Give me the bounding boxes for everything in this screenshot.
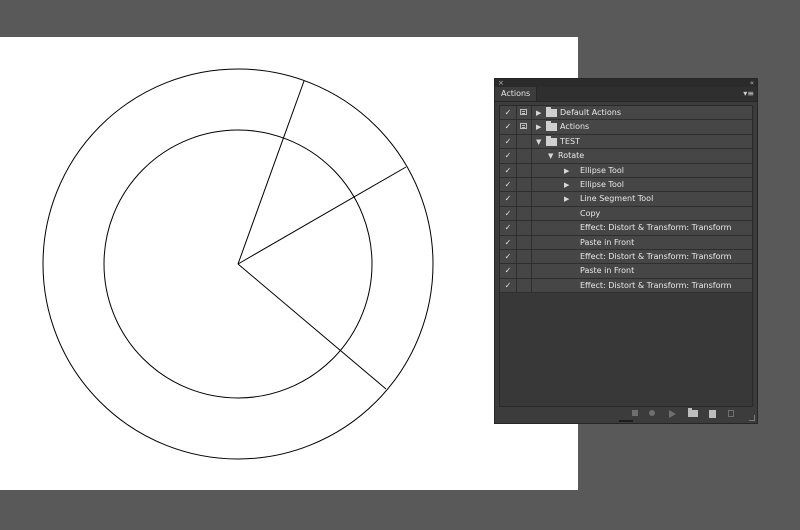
toggle-item-checkbox[interactable]: ✓ <box>500 177 517 192</box>
action-set-row[interactable]: ✓ ▼ TEST <box>500 134 752 150</box>
command-row[interactable]: ✓ Effect: Distort & Transform: Transform <box>500 249 752 265</box>
toggle-item-checkbox[interactable]: ✓ <box>500 235 517 249</box>
toggle-dialog-cell[interactable] <box>517 264 532 278</box>
panel-grip[interactable] <box>619 420 633 422</box>
command-row[interactable]: ✓ ▶ Ellipse Tool <box>500 177 752 193</box>
toggle-dialog-cell[interactable] <box>517 235 532 249</box>
panel-tab-bar: Actions ▾≡ <box>495 87 757 102</box>
toggle-dialog-cell[interactable] <box>517 177 532 192</box>
toggle-item-checkbox[interactable]: ✓ <box>500 134 517 149</box>
toggle-dialog-cell[interactable] <box>517 249 532 264</box>
expand-triangle-down-icon[interactable]: ▼ <box>548 149 553 163</box>
close-icon[interactable]: × <box>498 79 504 87</box>
toggle-item-checkbox[interactable]: ✓ <box>500 249 517 264</box>
line-segment-right[interactable] <box>237 166 407 265</box>
row-label: TEST <box>560 136 580 146</box>
toggle-item-checkbox[interactable]: ✓ <box>500 221 517 235</box>
toggle-item-checkbox[interactable]: ✓ <box>500 264 517 278</box>
action-row[interactable]: ✓ ▼ Rotate <box>500 149 752 164</box>
row-label: Line Segment Tool <box>580 194 654 204</box>
command-row[interactable]: ✓ Paste in Front <box>500 235 752 250</box>
dialog-toggle-icon[interactable] <box>520 123 527 130</box>
row-label: Rotate <box>558 151 585 161</box>
tab-actions[interactable]: Actions <box>495 87 538 101</box>
action-set-row[interactable]: ✓ ▶ Actions <box>500 120 752 135</box>
toggle-item-checkbox[interactable]: ✓ <box>500 192 517 206</box>
toggle-dialog-cell[interactable] <box>517 149 532 163</box>
line-segment-bottom[interactable] <box>237 263 387 390</box>
action-set-row[interactable]: ✓ ▶ Default Actions <box>500 106 752 121</box>
row-label: Default Actions <box>560 108 621 117</box>
folder-icon <box>546 135 557 146</box>
row-label: Effect: Distort & Transform: Transform <box>580 223 732 233</box>
row-label: Copy <box>580 208 601 218</box>
stop-icon[interactable] <box>632 410 638 416</box>
command-row[interactable]: ✓ Copy <box>500 206 752 222</box>
command-row[interactable]: ✓ Effect: Distort & Transform: Transform <box>500 221 752 236</box>
line-segment-top[interactable] <box>237 80 305 265</box>
panel-footer <box>495 405 757 423</box>
record-icon[interactable] <box>649 410 655 416</box>
toggle-item-checkbox[interactable]: ✓ <box>500 120 517 134</box>
toggle-item-checkbox[interactable]: ✓ <box>500 163 517 177</box>
command-row[interactable]: ✓ Effect: Distort & Transform: Transform <box>500 278 752 294</box>
toggle-dialog-cell[interactable] <box>517 278 532 293</box>
row-label: Effect: Distort & Transform: Transform <box>580 280 732 290</box>
expand-triangle-down-icon[interactable]: ▼ <box>536 135 541 149</box>
actions-list: ✓ ▶ Default Actions ✓ ▶ Actions ✓ ▼ TEST ✓ ▼ Rotate… <box>499 105 753 407</box>
expand-triangle-right-icon[interactable]: ▶ <box>536 120 541 134</box>
toggle-item-checkbox[interactable]: ✓ <box>500 206 517 221</box>
trash-icon[interactable] <box>728 410 734 417</box>
command-row[interactable]: ✓ ▶ Line Segment Tool <box>500 192 752 207</box>
row-label: Paste in Front <box>580 237 635 247</box>
expand-triangle-right-icon[interactable]: ▶ <box>564 164 569 178</box>
toggle-dialog-cell[interactable] <box>517 106 532 120</box>
drawing <box>42 68 434 460</box>
artboard[interactable] <box>0 37 578 490</box>
toggle-item-checkbox[interactable]: ✓ <box>500 149 517 163</box>
new-action-icon[interactable] <box>709 410 716 418</box>
expand-triangle-right-icon[interactable]: ▶ <box>536 106 541 120</box>
expand-triangle-right-icon[interactable]: ▶ <box>564 192 569 206</box>
row-label: Actions <box>560 122 590 132</box>
actions-panel: × « Actions ▾≡ ✓ ▶ Default Actions ✓ ▶ Action… <box>494 78 758 424</box>
toggle-dialog-cell[interactable] <box>517 206 532 221</box>
folder-icon <box>546 107 557 117</box>
row-label: Paste in Front <box>580 266 635 276</box>
command-row[interactable]: ✓ Paste in Front <box>500 264 752 279</box>
new-set-icon[interactable] <box>688 408 698 417</box>
expand-triangle-right-icon[interactable]: ▶ <box>564 178 569 192</box>
play-icon[interactable] <box>669 410 676 418</box>
row-label: Effect: Distort & Transform: Transform <box>580 251 732 261</box>
row-label: Ellipse Tool <box>580 179 624 189</box>
toggle-dialog-cell[interactable] <box>517 163 532 177</box>
row-label: Ellipse Tool <box>580 165 624 175</box>
folder-icon <box>546 121 557 132</box>
toggle-item-checkbox[interactable]: ✓ <box>500 106 517 120</box>
toggle-dialog-cell[interactable] <box>517 134 532 149</box>
command-row[interactable]: ✓ ▶ Ellipse Tool <box>500 163 752 178</box>
toggle-dialog-cell[interactable] <box>517 192 532 206</box>
panel-menu-icon[interactable]: ▾≡ <box>743 88 754 100</box>
resize-handle[interactable] <box>749 415 755 421</box>
collapse-icon[interactable]: « <box>750 79 754 87</box>
toggle-dialog-cell[interactable] <box>517 120 532 134</box>
panel-title-bar[interactable]: × « <box>495 79 757 87</box>
toggle-dialog-cell[interactable] <box>517 221 532 235</box>
toggle-item-checkbox[interactable]: ✓ <box>500 278 517 293</box>
dialog-toggle-icon[interactable] <box>520 109 527 115</box>
